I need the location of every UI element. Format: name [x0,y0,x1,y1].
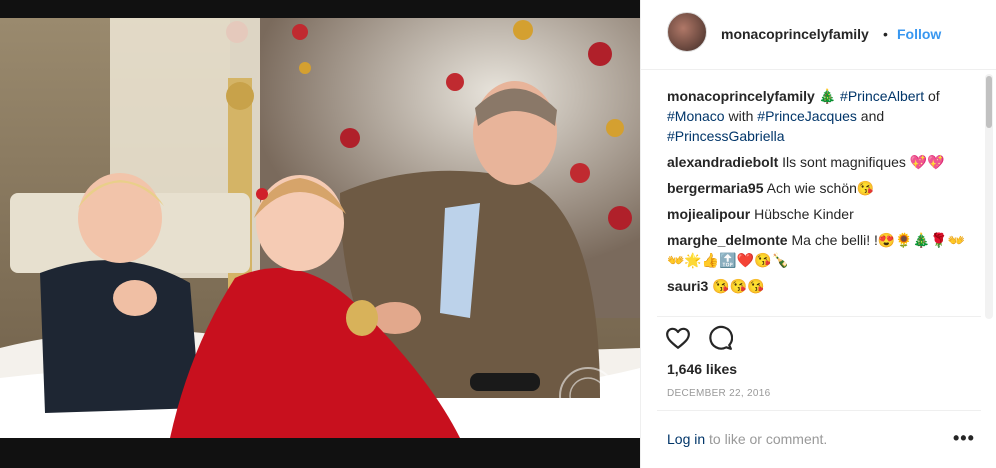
comments-list: monacoprincelyfamily 🎄 #PrinceAlbert of … [667,86,972,312]
comment-item: mojiealipour Hübsche Kinder [667,204,972,224]
caption-emoji: 🎄 [818,88,837,104]
follow-button[interactable]: Follow [897,26,941,42]
comment-username[interactable]: bergermaria95 [667,180,764,196]
caption-text: of [927,88,940,104]
post-date[interactable]: DECEMBER 22, 2016 [667,388,770,399]
post-side-panel: monacoprincelyfamily • Follow monacoprin… [640,0,996,468]
comment-text: Ach wie schön😘 [766,180,875,196]
hashtag-link[interactable]: #PrinceJacques [757,108,857,124]
comment-item: marghe_delmonte Ma che belli! !😍🌻🎄🌹👐👐🌟👍🔝… [667,230,972,270]
heart-icon[interactable] [665,325,691,351]
comment-username[interactable]: marghe_delmonte [667,232,788,248]
divider [657,410,981,411]
avatar[interactable] [667,12,707,52]
follow-separator: • [883,26,888,42]
comment-text: Ils sont magnifiques 💖💖 [782,154,945,170]
hashtag-link[interactable]: #Monaco [667,108,725,124]
comment-text: Hübsche Kinder [754,206,854,222]
comment-item: bergermaria95 Ach wie schön😘 [667,178,972,198]
comment-username[interactable]: alexandradiebolt [667,154,778,170]
login-link[interactable]: Log in [667,431,705,447]
comment-item: sauri3 😘😘😘 [667,276,972,296]
post-header: monacoprincelyfamily • Follow [641,0,996,70]
like-count[interactable]: 1,646 likes [667,361,737,377]
login-prompt: Log in to like or comment. [667,431,827,447]
login-prompt-text: to like or comment. [705,431,828,447]
post-photo[interactable] [0,18,640,438]
comment-bubble-icon[interactable] [707,325,733,351]
post-photo-illustration [0,18,640,438]
hashtag-link[interactable]: #PrincessGabriella [667,128,785,144]
comments-scrollbar-thumb[interactable] [986,76,992,128]
caption: monacoprincelyfamily 🎄 #PrinceAlbert of … [667,86,972,146]
header-username[interactable]: monacoprincelyfamily [721,26,869,42]
comment-item: alexandradiebolt Ils sont magnifiques 💖💖 [667,152,972,172]
divider [657,316,981,317]
comment-text: 😘😘😘 [712,278,765,294]
comment-username[interactable]: mojiealipour [667,206,750,222]
caption-username[interactable]: monacoprincelyfamily [667,88,815,104]
comment-username[interactable]: sauri3 [667,278,708,294]
photo-pane [0,0,640,468]
more-options-icon[interactable]: ••• [953,428,975,449]
caption-text: with [728,108,754,124]
caption-text: and [860,108,885,124]
hashtag-link[interactable]: #PrinceAlbert [840,88,924,104]
